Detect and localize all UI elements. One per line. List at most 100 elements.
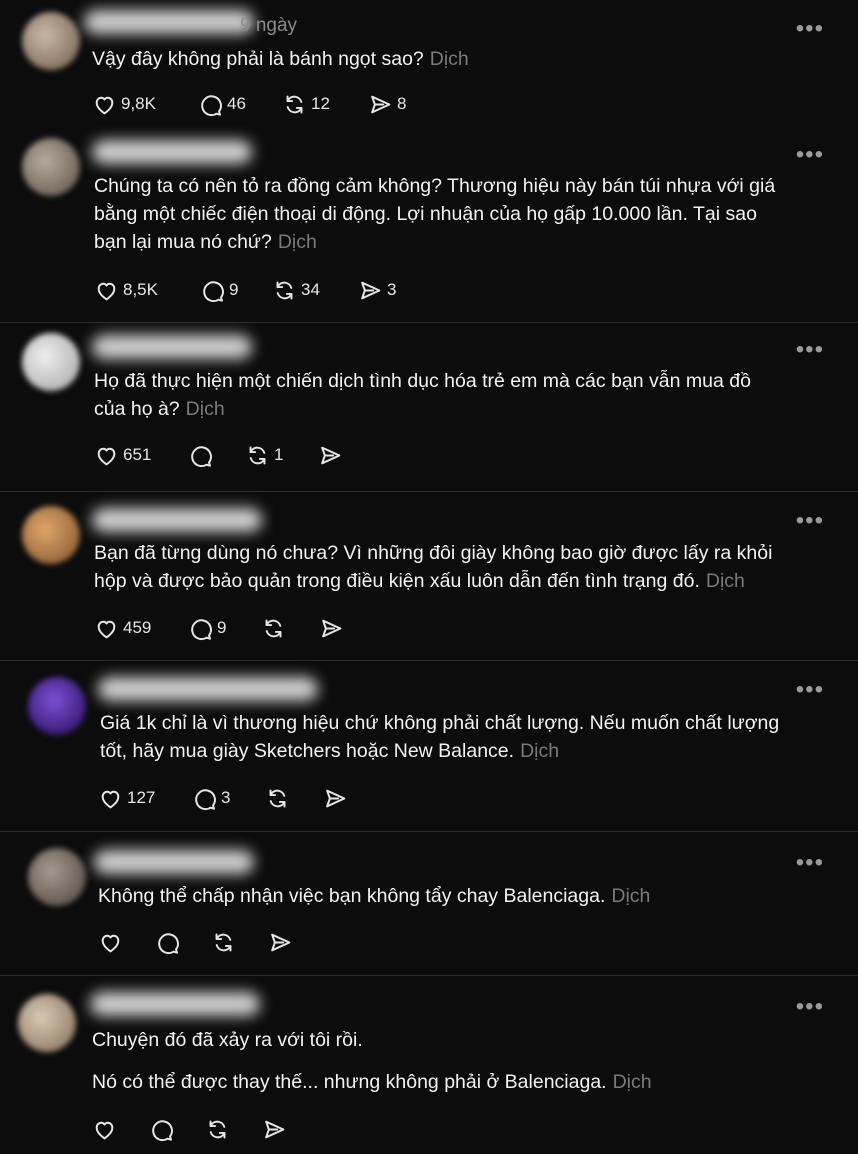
send-icon <box>265 1120 285 1138</box>
repost-icon <box>249 445 266 465</box>
translate-link[interactable]: Dịch <box>520 740 559 762</box>
post-text-line: tốt, hãy mua giày Sketchers hoặc New Bal… <box>100 740 515 762</box>
action-bar: 459 9 <box>94 615 494 641</box>
comment-icon <box>152 1119 173 1141</box>
repost-icon <box>276 280 293 300</box>
post-text-line: Họ đã thực hiện một chiến dịch tình dục … <box>94 370 751 392</box>
post-text-line: bằng một chiếc điện thoại di động. Lợi n… <box>94 203 757 225</box>
heart-icon <box>95 1121 114 1139</box>
post-text: Chuyện đó đã xảy ra với tôi rồi. Nó có t… <box>92 1026 652 1096</box>
send-icon <box>322 619 342 637</box>
share-button[interactable]: 8 <box>368 91 406 117</box>
avatar[interactable] <box>18 994 76 1052</box>
post-text-line: Chúng ta có nên tỏ ra đồng cảm không? Th… <box>94 175 776 197</box>
post-text: Bạn đã từng dùng nó chưa? Vì những đôi g… <box>94 539 772 595</box>
more-icon[interactable]: ••• <box>796 995 824 1019</box>
post-text-line: hộp và được bảo quản trong điều kiện xấu… <box>94 570 700 592</box>
action-bar: 9,8K 46 12 8 <box>92 91 492 117</box>
avatar[interactable] <box>22 333 80 391</box>
username[interactable] <box>94 850 254 874</box>
heart-icon <box>95 96 114 114</box>
repost-icon <box>265 618 282 638</box>
avatar[interactable] <box>22 12 80 70</box>
username[interactable] <box>98 677 318 701</box>
like-button[interactable]: 9,8K <box>92 91 156 117</box>
post-6: ••• Không thể chấp nhận việc bạn không t… <box>0 832 858 975</box>
like-button[interactable]: 8,5K <box>94 277 158 303</box>
repost-button[interactable] <box>261 615 286 641</box>
post-text-line: Giá 1k chỉ là vì thương hiệu chứ không p… <box>100 712 780 734</box>
post-1: 9 ngày ••• Vậy đây không phải là bánh ng… <box>0 0 858 140</box>
reply-button[interactable] <box>188 442 213 468</box>
heart-icon <box>97 447 116 465</box>
post-text-line: Vậy đây không phải là bánh ngọt sao? <box>92 48 424 70</box>
translate-link[interactable]: Dịch <box>278 231 317 253</box>
post-time: 9 ngày <box>240 15 298 36</box>
like-button[interactable] <box>98 929 123 955</box>
more-icon[interactable]: ••• <box>796 509 824 533</box>
post-text-line: Nó có thể được thay thế... nhưng không p… <box>92 1071 607 1093</box>
post-3: ••• Họ đã thực hiện một chiến dịch tình … <box>0 323 858 491</box>
translate-link[interactable]: Dịch <box>430 48 469 70</box>
more-icon[interactable]: ••• <box>796 17 824 41</box>
share-button[interactable] <box>268 929 293 955</box>
comment-icon <box>195 788 216 810</box>
username[interactable] <box>84 10 254 34</box>
avatar[interactable] <box>28 848 86 906</box>
avatar[interactable] <box>28 677 86 735</box>
share-button[interactable]: 3 <box>358 277 396 303</box>
reply-button[interactable]: 3 <box>192 785 230 811</box>
repost-count: 12 <box>311 94 330 113</box>
avatar[interactable] <box>22 138 80 196</box>
more-icon[interactable]: ••• <box>796 851 824 875</box>
like-button[interactable]: 127 <box>98 785 155 811</box>
repost-button[interactable] <box>205 1116 230 1142</box>
reply-button[interactable]: 46 <box>198 91 246 117</box>
repost-button[interactable]: 34 <box>272 277 320 303</box>
translate-link[interactable]: Dịch <box>611 885 650 907</box>
username[interactable] <box>92 508 262 532</box>
username[interactable] <box>92 140 252 164</box>
more-icon[interactable]: ••• <box>796 678 824 702</box>
repost-button[interactable]: 1 <box>245 442 283 468</box>
like-button[interactable]: 459 <box>94 615 151 641</box>
send-icon <box>361 281 381 299</box>
translate-link[interactable]: Dịch <box>706 570 745 592</box>
send-icon <box>271 933 291 951</box>
repost-button[interactable]: 12 <box>282 91 330 117</box>
repost-count: 1 <box>274 445 284 464</box>
comment-icon <box>191 445 212 467</box>
send-icon <box>371 95 391 113</box>
avatar[interactable] <box>22 506 80 564</box>
action-bar: 651 1 <box>94 442 494 468</box>
repost-icon <box>209 1119 226 1139</box>
reply-button[interactable]: 9 <box>200 277 238 303</box>
reply-count: 3 <box>221 788 231 807</box>
translate-link[interactable]: Dịch <box>186 398 225 420</box>
translate-link[interactable]: Dịch <box>613 1071 652 1093</box>
reply-button[interactable] <box>149 1116 174 1142</box>
share-button[interactable] <box>318 442 343 468</box>
post-text-line: Không thể chấp nhận việc bạn không tẩy c… <box>98 885 606 907</box>
post-5: ••• Giá 1k chỉ là vì thương hiệu chứ khô… <box>0 661 858 831</box>
like-button[interactable]: 651 <box>94 442 151 468</box>
share-button[interactable] <box>319 615 344 641</box>
more-icon[interactable]: ••• <box>796 338 824 362</box>
share-button[interactable] <box>262 1116 287 1142</box>
repost-button[interactable] <box>265 785 290 811</box>
heart-icon <box>101 790 120 808</box>
username[interactable] <box>92 335 252 359</box>
repost-count: 34 <box>301 280 320 299</box>
username[interactable] <box>90 992 260 1016</box>
reply-button[interactable] <box>155 929 180 955</box>
like-button[interactable] <box>92 1116 117 1142</box>
repost-button[interactable] <box>211 929 236 955</box>
share-button[interactable] <box>323 785 348 811</box>
action-bar: 127 3 <box>98 785 498 811</box>
post-text: Vậy đây không phải là bánh ngọt sao? Dịch <box>92 45 469 73</box>
share-count: 8 <box>397 94 407 113</box>
reply-count: 9 <box>229 280 239 299</box>
more-icon[interactable]: ••• <box>796 143 824 167</box>
reply-button[interactable]: 9 <box>188 615 226 641</box>
